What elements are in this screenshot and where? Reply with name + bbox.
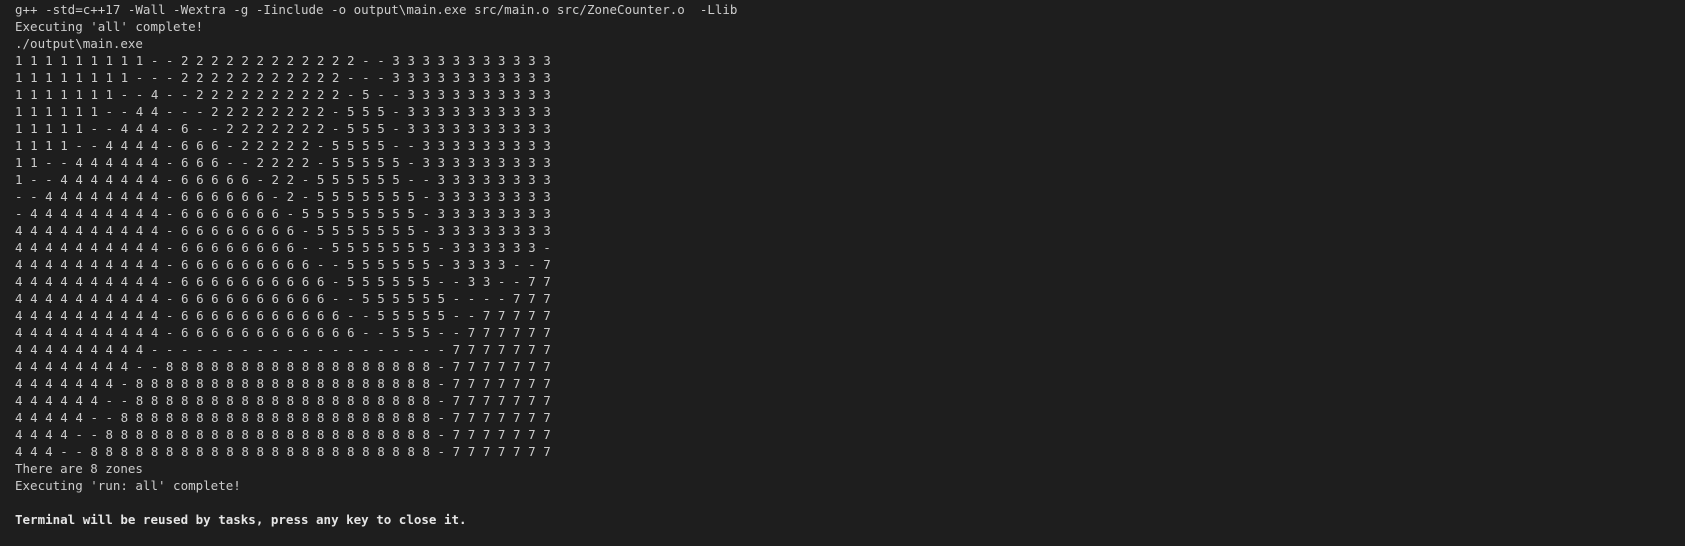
grid-row: 4 4 4 4 4 4 4 4 4 4 - 6 6 6 6 6 6 6 6 6 … bbox=[15, 274, 551, 289]
grid-row: 4 4 4 4 4 4 4 4 4 4 - 6 6 6 6 6 6 6 6 6 … bbox=[15, 308, 551, 323]
grid-row: 4 4 4 4 4 4 4 4 4 4 - 6 6 6 6 6 6 6 6 - … bbox=[15, 240, 551, 255]
terminal-panel[interactable]: g++ -std=c++17 -Wall -Wextra -g -Iinclud… bbox=[0, 0, 1685, 546]
grid-row: 1 1 - - 4 4 4 4 4 4 - 6 6 6 - - 2 2 2 2 … bbox=[15, 155, 551, 170]
grid-row: 4 4 4 4 4 - - 8 8 8 8 8 8 8 8 8 8 8 8 8 … bbox=[15, 410, 551, 425]
grid-row: 4 4 4 - - 8 8 8 8 8 8 8 8 8 8 8 8 8 8 8 … bbox=[15, 444, 551, 459]
grid-row: 4 4 4 4 4 4 4 4 4 4 - 6 6 6 6 6 6 6 6 6 … bbox=[15, 257, 551, 272]
zone-count-message: There are 8 zones bbox=[15, 461, 143, 476]
compile-command-line: g++ -std=c++17 -Wall -Wextra -g -Iinclud… bbox=[15, 2, 738, 17]
grid-row: 4 4 4 4 4 4 4 4 - - 8 8 8 8 8 8 8 8 8 8 … bbox=[15, 359, 551, 374]
grid-row: 1 1 1 1 1 1 1 1 1 - - 2 2 2 2 2 2 2 2 2 … bbox=[15, 53, 551, 68]
grid-row: 4 4 4 4 4 4 4 4 4 4 - 6 6 6 6 6 6 6 6 6 … bbox=[15, 325, 551, 340]
grid-row: 1 - - 4 4 4 4 4 4 4 - 6 6 6 6 6 - 2 2 - … bbox=[15, 172, 551, 187]
grid-row: 1 1 1 1 1 - - 4 4 4 - 6 - - 2 2 2 2 2 2 … bbox=[15, 121, 551, 136]
grid-row: 4 4 4 4 4 4 4 4 4 4 - 6 6 6 6 6 6 6 6 - … bbox=[15, 223, 551, 238]
prompt-line[interactable] bbox=[15, 528, 1685, 545]
grid-row: 1 1 1 1 1 1 1 - - 4 - - 2 2 2 2 2 2 2 2 … bbox=[15, 87, 551, 102]
task-status-all: Executing 'all' complete! bbox=[15, 19, 204, 34]
task-status-run-all: Executing 'run: all' complete! bbox=[15, 478, 241, 493]
grid-row: - - 4 4 4 4 4 4 4 4 - 6 6 6 6 6 6 - 2 - … bbox=[15, 189, 551, 204]
grid-row: 4 4 4 4 4 4 4 4 4 - - - - - - - - - - - … bbox=[15, 342, 551, 357]
terminal-reuse-notice: Terminal will be reused by tasks, press … bbox=[15, 512, 467, 527]
grid-row: 4 4 4 4 - - 8 8 8 8 8 8 8 8 8 8 8 8 8 8 … bbox=[15, 427, 551, 442]
grid-row: 1 1 1 1 1 1 1 1 - - - 2 2 2 2 2 2 2 2 2 … bbox=[15, 70, 551, 85]
grid-row: 4 4 4 4 4 4 4 - 8 8 8 8 8 8 8 8 8 8 8 8 … bbox=[15, 376, 551, 391]
grid-row: - 4 4 4 4 4 4 4 4 4 - 6 6 6 6 6 6 6 - 5 … bbox=[15, 206, 551, 221]
grid-row: 1 1 1 1 - - 4 4 4 4 - 6 6 6 - 2 2 2 2 2 … bbox=[15, 138, 551, 153]
grid-row: 1 1 1 1 1 1 - - 4 4 - - - 2 2 2 2 2 2 2 … bbox=[15, 104, 551, 119]
run-command-line: ./output\main.exe bbox=[15, 36, 143, 51]
grid-row: 4 4 4 4 4 4 - - 8 8 8 8 8 8 8 8 8 8 8 8 … bbox=[15, 393, 551, 408]
zone-grid-output: 1 1 1 1 1 1 1 1 1 - - 2 2 2 2 2 2 2 2 2 … bbox=[15, 52, 1685, 460]
grid-row: 4 4 4 4 4 4 4 4 4 4 - 6 6 6 6 6 6 6 6 6 … bbox=[15, 291, 551, 306]
